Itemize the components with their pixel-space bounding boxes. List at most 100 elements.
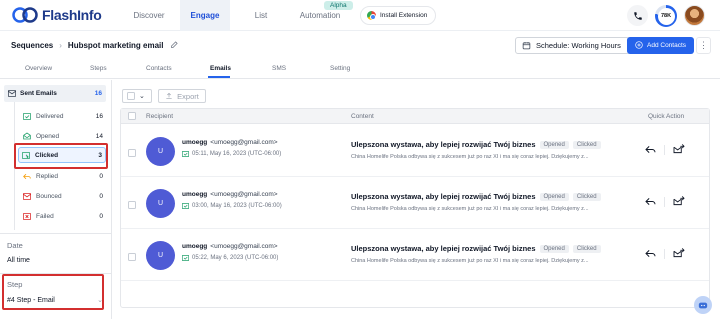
col-content: Content [351, 113, 374, 120]
mail-check-icon [182, 203, 189, 209]
brand-name: FlashInfo [42, 7, 102, 23]
sent-time: 03:00, May 16, 2023 (UTC-06:00) [182, 203, 282, 209]
forward-mail-icon[interactable] [673, 248, 685, 260]
export-button[interactable]: Export [158, 89, 206, 103]
emails-table: Recipient Content Quick Action U umoegg <… [120, 108, 710, 308]
clicked-highlight [14, 143, 108, 169]
logo-icon [12, 6, 38, 24]
credits-value: 78K [657, 7, 675, 25]
divider [664, 145, 665, 155]
filter-replied-label: Replied [36, 172, 59, 180]
select-all-dropdown[interactable]: ⌄ [122, 89, 152, 103]
nav-engage[interactable]: Engage [180, 0, 230, 31]
opened-tag: Opened [539, 192, 569, 201]
filter-failed[interactable]: Failed 0 [20, 209, 106, 223]
tab-contacts[interactable]: Contacts [146, 65, 172, 72]
phone-button[interactable] [627, 5, 648, 26]
user-avatar[interactable] [684, 5, 705, 26]
row-checkbox[interactable] [128, 253, 136, 261]
header-checkbox[interactable] [128, 112, 136, 120]
email-subject-text: Ulepszona wystawa, aby lepiej rozwijać T… [351, 244, 536, 253]
sent-time: 05:11, May 16, 2023 (UTC-06:00) [182, 151, 281, 157]
filter-delivered[interactable]: Delivered 16 [20, 109, 106, 123]
mail-open-icon [23, 132, 31, 140]
reply-icon[interactable] [645, 197, 656, 208]
chrome-icon [367, 11, 376, 20]
chevron-right-icon: › [59, 41, 62, 50]
date-filter-value: All time [7, 257, 30, 264]
sent-time-value: 03:00, May 16, 2023 (UTC-06:00) [192, 203, 282, 209]
plus-circle-icon [635, 40, 643, 51]
filter-replied-count: 0 [99, 172, 103, 180]
select-all-checkbox[interactable] [127, 92, 135, 100]
opened-tag: Opened [539, 140, 569, 149]
install-extension-button[interactable]: Install Extension [360, 6, 437, 25]
mail-icon [8, 90, 16, 97]
filter-opened-count: 14 [95, 132, 103, 140]
sent-time-value: 05:22, May 6, 2023 (UTC-06:00) [192, 255, 279, 261]
email-subject-text: Ulepszona wystawa, aby lepiej rozwijać T… [351, 140, 536, 149]
nav-list[interactable]: List [244, 0, 278, 31]
email-subject[interactable]: Ulepszona wystawa, aby lepiej rozwijać T… [351, 244, 601, 253]
breadcrumb-sequences[interactable]: Sequences [11, 41, 53, 50]
recipient: umoegg <umoegg@gmail.com> [182, 139, 278, 146]
filter-delivered-label: Delivered [36, 112, 64, 120]
more-options-button[interactable]: ⋮ [696, 37, 711, 54]
chat-bot-icon [698, 302, 708, 308]
recipient-name: umoegg [182, 191, 208, 198]
tab-emails[interactable]: Emails [210, 65, 231, 72]
row-checkbox[interactable] [128, 201, 136, 209]
recipient-email: <umoegg@gmail.com> [210, 139, 278, 146]
mail-check-icon [182, 151, 189, 157]
tab-steps[interactable]: Steps [90, 65, 107, 72]
email-subject[interactable]: Ulepszona wystawa, aby lepiej rozwijać T… [351, 140, 601, 149]
table-row[interactable]: U umoegg <umoegg@gmail.com> 05:22, May 6,… [121, 229, 709, 281]
sequence-tabs: Overview Steps Contacts Emails SMS Setti… [0, 62, 720, 79]
schedule-button[interactable]: Schedule: Working Hours [515, 37, 630, 54]
tab-setting[interactable]: Setting [330, 65, 350, 72]
edit-icon[interactable] [170, 40, 179, 51]
sent-emails-filter[interactable]: Sent Emails 16 [4, 85, 106, 102]
logo[interactable]: FlashInfo [12, 6, 102, 24]
mail-check-icon [182, 255, 189, 261]
row-checkbox[interactable] [128, 149, 136, 157]
mail-check-icon [23, 112, 31, 120]
sent-time-value: 05:11, May 16, 2023 (UTC-06:00) [192, 151, 282, 157]
reply-icon[interactable] [645, 145, 656, 156]
col-recipient: Recipient [146, 113, 174, 120]
reply-icon[interactable] [645, 249, 656, 260]
table-header: Recipient Content Quick Action [121, 109, 709, 124]
recipient-email: <umoegg@gmail.com> [210, 243, 278, 250]
date-filter-select[interactable]: All time [7, 257, 103, 264]
divider [664, 249, 665, 259]
chat-support-button[interactable] [694, 296, 712, 314]
clicked-tag: Clicked [572, 192, 601, 201]
add-contacts-button[interactable]: Add Contacts [627, 37, 695, 54]
forward-mail-icon[interactable] [673, 144, 685, 156]
email-filter-sidebar: Sent Emails 16 Delivered 16 Opened 14 Cl… [0, 80, 112, 319]
schedule-label: Schedule: Working Hours [536, 41, 621, 50]
filter-opened[interactable]: Opened 14 [20, 129, 106, 143]
table-row[interactable]: U umoegg <umoegg@gmail.com> 05:11, May 16… [121, 125, 709, 177]
nav-discover[interactable]: Discover [127, 0, 171, 31]
export-label: Export [177, 91, 199, 101]
tab-sms[interactable]: SMS [272, 65, 286, 72]
filter-bounced-label: Bounced [36, 192, 62, 200]
filter-delivered-count: 16 [95, 112, 103, 120]
credits-indicator[interactable]: 78K [655, 5, 677, 27]
alpha-badge: Alpha [324, 1, 353, 10]
forward-mail-icon[interactable] [673, 196, 685, 208]
filter-replied[interactable]: Replied 0 [20, 169, 106, 183]
email-subject-text: Ulepszona wystawa, aby lepiej rozwijać T… [351, 192, 536, 201]
recipient: umoegg <umoegg@gmail.com> [182, 243, 278, 250]
email-preview: China Homelife Polska odbywa się z sukce… [351, 206, 589, 212]
email-preview: China Homelife Polska odbywa się z sukce… [351, 258, 589, 264]
recipient-email: <umoegg@gmail.com> [210, 191, 278, 198]
chevron-down-icon: ⌄ [139, 93, 145, 100]
clicked-tag: Clicked [572, 244, 601, 253]
email-subject[interactable]: Ulepszona wystawa, aby lepiej rozwijać T… [351, 192, 601, 201]
filter-opened-label: Opened [36, 132, 60, 140]
tab-overview[interactable]: Overview [25, 65, 52, 72]
table-row[interactable]: U umoegg <umoegg@gmail.com> 03:00, May 16… [121, 177, 709, 229]
filter-bounced[interactable]: Bounced 0 [20, 189, 106, 203]
